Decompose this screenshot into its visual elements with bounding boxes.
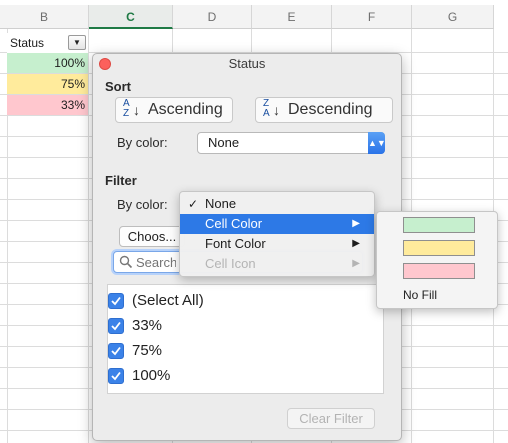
data-cell[interactable]: 100% (7, 53, 88, 73)
menu-item-label: Font Color (205, 236, 266, 251)
search-icon (119, 255, 133, 269)
clear-filter-button[interactable]: Clear Filter (287, 408, 375, 429)
column-header-f[interactable]: F (332, 5, 412, 29)
color-swatch-red[interactable] (403, 263, 475, 279)
sort-ascending-label: Ascending (148, 101, 223, 118)
checkbox-icon[interactable] (108, 368, 124, 384)
filter-by-color-menu: ✓ None Cell Color ▶ Font Color ▶ Cell Ic… (179, 191, 375, 277)
column-header-e[interactable]: E (252, 5, 332, 29)
choose-button[interactable]: Choos... (119, 226, 185, 247)
checkbox-icon[interactable] (108, 318, 124, 334)
menu-item-cell-color[interactable]: Cell Color ▶ (180, 214, 374, 234)
list-item-label: (Select All) (132, 292, 204, 309)
column-header-c[interactable]: C (89, 5, 173, 29)
list-item-100[interactable]: 100% (108, 366, 171, 386)
checkbox-icon[interactable] (108, 293, 124, 309)
no-fill-option[interactable]: No Fill (403, 288, 437, 302)
sort-by-color-label: By color: (117, 135, 168, 150)
list-item-select-all[interactable]: (Select All) (108, 291, 204, 311)
menu-item-label: Cell Color (205, 216, 263, 231)
submenu-arrow-icon: ▶ (352, 218, 360, 229)
filter-section-label: Filter (105, 173, 137, 188)
checkbox-icon[interactable] (108, 343, 124, 359)
filter-values-list: (Select All) 33% 75% 100% (107, 284, 384, 394)
sort-by-color-value: None (208, 135, 240, 150)
menu-item-label: Cell Icon (205, 256, 256, 271)
data-cell[interactable]: 33% (7, 95, 88, 115)
list-item-label: 100% (132, 367, 171, 384)
sort-descending-button[interactable]: Z A ↓ Descending (255, 97, 393, 123)
sort-descending-label: Descending (288, 101, 373, 118)
menu-item-font-color[interactable]: Font Color ▶ (180, 234, 374, 254)
list-item-33[interactable]: 33% (108, 316, 163, 336)
menu-item-label: None (205, 196, 237, 211)
grid-line (88, 29, 89, 443)
submenu-arrow-icon: ▶ (352, 238, 360, 249)
search-input[interactable] (136, 253, 176, 271)
column-header-b[interactable]: B (0, 5, 89, 29)
sort-ascending-button[interactable]: A Z ↓ Ascending (115, 97, 233, 123)
sort-by-color-select[interactable]: None ▲▼ (197, 132, 386, 154)
checkmark-icon: ✓ (188, 197, 199, 211)
submenu-arrow-icon: ▶ (352, 258, 360, 269)
filter-dropdown-icon[interactable]: ▼ (68, 35, 86, 50)
menu-item-none[interactable]: ✓ None (180, 194, 374, 214)
list-item-75[interactable]: 75% (108, 341, 163, 361)
menu-item-cell-icon: Cell Icon ▶ (180, 254, 374, 274)
color-swatch-yellow[interactable] (403, 240, 475, 256)
popover-title: Status (228, 56, 266, 71)
list-item-label: 75% (132, 342, 163, 359)
data-cell[interactable]: 75% (7, 74, 88, 94)
column-header-g[interactable]: G (412, 5, 494, 29)
list-item-label: 33% (132, 317, 163, 334)
sort-descending-icon: Z A ↓ (263, 98, 280, 119)
cell-color-submenu: No Fill (376, 211, 498, 309)
select-stepper-icon: ▲▼ (368, 132, 386, 154)
filter-by-color-label: By color: (117, 197, 168, 212)
sort-ascending-icon: A Z ↓ (123, 98, 140, 119)
column-header-d[interactable]: D (173, 5, 252, 29)
sort-section-label: Sort (105, 79, 131, 94)
color-swatch-green[interactable] (403, 217, 475, 233)
